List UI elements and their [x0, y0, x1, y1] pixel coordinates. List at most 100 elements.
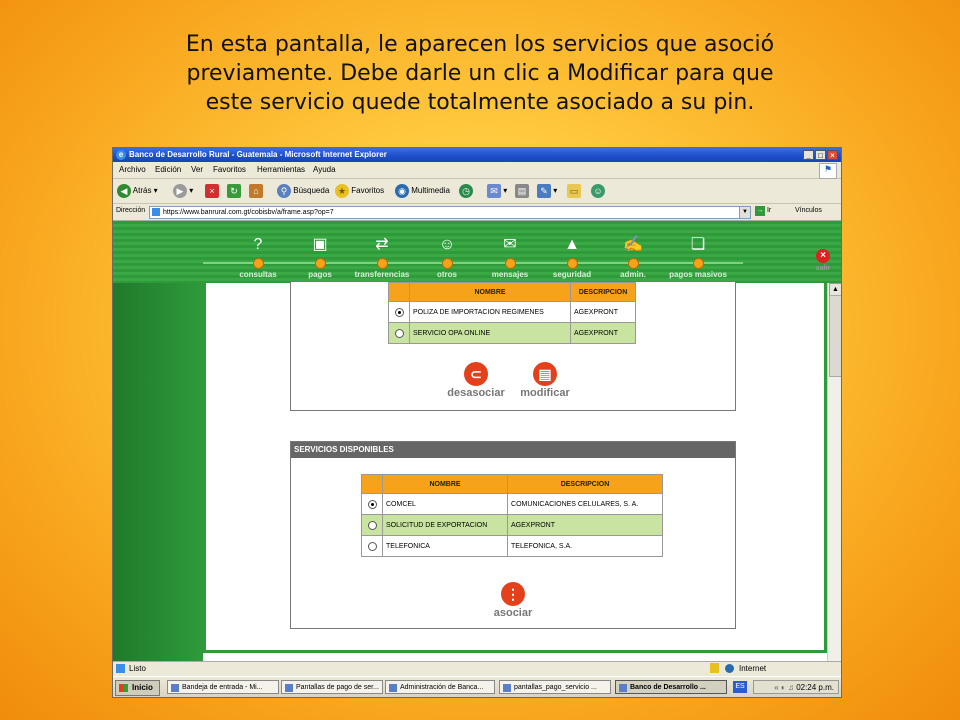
links-label[interactable]: Vínculos: [795, 207, 822, 214]
ie-logo-icon: e: [116, 150, 126, 160]
home-button[interactable]: ⌂: [249, 184, 263, 198]
radio-button[interactable]: [394, 328, 404, 338]
search-icon: ⚲: [277, 184, 291, 198]
address-bar: Dirección https://www.banrural.com.gt/co…: [113, 204, 841, 221]
table-row[interactable]: SOLICITUD DE EXPORTACION AGEXPRONT: [361, 514, 663, 536]
favorites-button[interactable]: ★ Favoritos: [335, 184, 384, 198]
nav-otros[interactable]: ☺ otros: [417, 235, 477, 279]
nav-pagos[interactable]: ▣ pagos: [290, 235, 350, 279]
globe-icon: [725, 664, 734, 673]
nav-dot: [252, 258, 264, 269]
multimedia-button[interactable]: ◉ Multimedia: [395, 184, 450, 198]
disassociate-icon: ⊂: [464, 362, 488, 386]
asociar-button[interactable]: ⋮ asociar: [481, 582, 545, 619]
menu-ver[interactable]: Ver: [191, 165, 203, 174]
taskbar-item-active[interactable]: Banco de Desarrollo ...: [615, 680, 727, 694]
table-row[interactable]: POLIZA DE IMPORTACION REGIMENES AGEXPRON…: [388, 301, 636, 323]
minimize-button[interactable]: _: [803, 150, 814, 160]
menu-ayuda[interactable]: Ayuda: [313, 165, 336, 174]
windows-flag-icon: ⚑: [819, 163, 837, 179]
exit-icon: ×: [816, 249, 830, 263]
desasociar-button[interactable]: ⊂ desasociar: [441, 362, 511, 399]
windows-logo-icon: [119, 684, 128, 692]
go-button[interactable]: → Ir: [755, 206, 771, 216]
nav-dot: [627, 258, 639, 269]
nav-consultas[interactable]: ? consultas: [228, 235, 288, 279]
available-services-box: SERVICIOS DISPONIBLES NOMBRE DESCRIPCION…: [290, 441, 736, 629]
nav-dot: [566, 258, 578, 269]
stop-button[interactable]: ×: [205, 184, 219, 198]
back-button[interactable]: ◀ Atrás ▾: [117, 184, 158, 198]
mail-button[interactable]: ✉ ▾: [487, 184, 507, 198]
caption-line-1: En esta pantalla, le aparecen los servic…: [185, 32, 775, 57]
forward-button[interactable]: ▶ ▾: [173, 184, 193, 198]
nav-dot: [441, 258, 453, 269]
lock-icon: ▲: [564, 236, 580, 253]
nav-seguridad[interactable]: ▲ seguridad: [542, 235, 602, 279]
status-text: Listo: [129, 664, 146, 673]
nav-admin[interactable]: ✍ admin.: [603, 235, 663, 279]
menu-bar: Archivo Edición Ver Favoritos Herramient…: [113, 162, 841, 179]
money-icon: ▣: [312, 236, 328, 253]
history-button[interactable]: ◷: [459, 184, 473, 198]
scroll-thumb[interactable]: [829, 295, 841, 377]
taskbar-item[interactable]: Bandeja de entrada - Mi...: [167, 680, 279, 694]
address-label: Dirección: [116, 207, 146, 214]
start-button[interactable]: Inicio: [115, 680, 160, 696]
radio-button[interactable]: [367, 499, 377, 509]
menu-archivo[interactable]: Archivo: [119, 165, 146, 174]
address-dropdown-icon[interactable]: ▼: [739, 207, 750, 218]
address-input[interactable]: https://www.banrural.com.gt/cobisbv/a/fr…: [149, 206, 751, 219]
radio-button[interactable]: [394, 307, 404, 317]
radio-button[interactable]: [367, 541, 377, 551]
window-titlebar: e Banco de Desarrollo Rural - Guatemala …: [113, 148, 841, 162]
toolbar: ◀ Atrás ▾ ▶ ▾ × ↻ ⌂ ⚲ Búsqueda ★ Favorit…: [113, 179, 841, 204]
clock: 02:24 p.m.: [796, 683, 834, 692]
question-icon: ?: [253, 236, 263, 253]
stop-icon: ×: [205, 184, 219, 198]
radio-button[interactable]: [367, 520, 377, 530]
menu-herramientas[interactable]: Herramientas: [257, 165, 305, 174]
tray-icons[interactable]: « ◐ ♫: [774, 683, 796, 692]
table-row[interactable]: COMCEL COMUNICACIONES CELULARES, S. A.: [361, 493, 663, 515]
maximize-button[interactable]: □: [815, 150, 826, 160]
edit-button[interactable]: ✎ ▾: [537, 184, 557, 198]
modificar-button[interactable]: ▤ modificar: [513, 362, 577, 399]
traffic-light-icon: ⋮: [501, 582, 525, 606]
print-icon: ▤: [515, 184, 529, 198]
salir-button[interactable]: × salir: [813, 249, 833, 272]
transfer-icon: ⇄: [375, 236, 389, 253]
nav-pagos-masivos[interactable]: ❏ pagos masivos: [665, 235, 731, 279]
discuss-button[interactable]: ▭: [567, 184, 581, 198]
messenger-button[interactable]: ☺: [591, 184, 605, 198]
taskbar-item[interactable]: pantallas_pago_servicio ...: [499, 680, 611, 694]
vertical-scrollbar[interactable]: ▲: [827, 283, 841, 661]
print-button[interactable]: ▤: [515, 184, 529, 198]
media-icon: ◉: [395, 184, 409, 198]
language-indicator[interactable]: ES: [733, 681, 747, 693]
nav-mensajes[interactable]: ✉ mensajes: [480, 235, 540, 279]
close-button[interactable]: ×: [827, 150, 838, 160]
zone-text: Internet: [739, 664, 767, 673]
nav-dot: [376, 258, 388, 269]
refresh-button[interactable]: ↻: [227, 184, 241, 198]
associated-services-box: NOMBRE DESCRIPCION POLIZA DE IMPORTACION…: [290, 281, 736, 411]
taskbar-item[interactable]: Pantallas de pago de ser...: [281, 680, 383, 694]
column-header-nombre: NOMBRE: [381, 474, 509, 494]
table-row[interactable]: SERVICIO OPA ONLINE AGEXPRONT: [388, 322, 636, 344]
site-nav: ? consultas ▣ pagos ⇄ transferencias ☺ o…: [113, 221, 841, 356]
caption-line-3: este servicio quede totalmente asociado …: [205, 90, 755, 115]
page-content: NOMBRE DESCRIPCION POLIZA DE IMPORTACION…: [113, 281, 841, 661]
system-tray: « ◐ ♫ 02:24 p.m.: [753, 680, 839, 694]
associated-services-table: NOMBRE DESCRIPCION POLIZA DE IMPORTACION…: [388, 282, 636, 344]
taskbar-item[interactable]: Administración de Banca...: [385, 680, 495, 694]
admin-icon: ✍: [623, 236, 643, 253]
nav-transferencias[interactable]: ⇄ transferencias: [352, 235, 412, 279]
history-icon: ◷: [459, 184, 473, 198]
smiley-icon: ☺: [438, 236, 456, 253]
table-row[interactable]: TELEFONICA TELEFONICA, S.A.: [361, 535, 663, 557]
search-button[interactable]: ⚲ Búsqueda: [277, 184, 329, 198]
menu-favoritos[interactable]: Favoritos: [213, 165, 246, 174]
window-title: Banco de Desarrollo Rural - Guatemala - …: [129, 150, 387, 159]
menu-edicion[interactable]: Edición: [155, 165, 181, 174]
